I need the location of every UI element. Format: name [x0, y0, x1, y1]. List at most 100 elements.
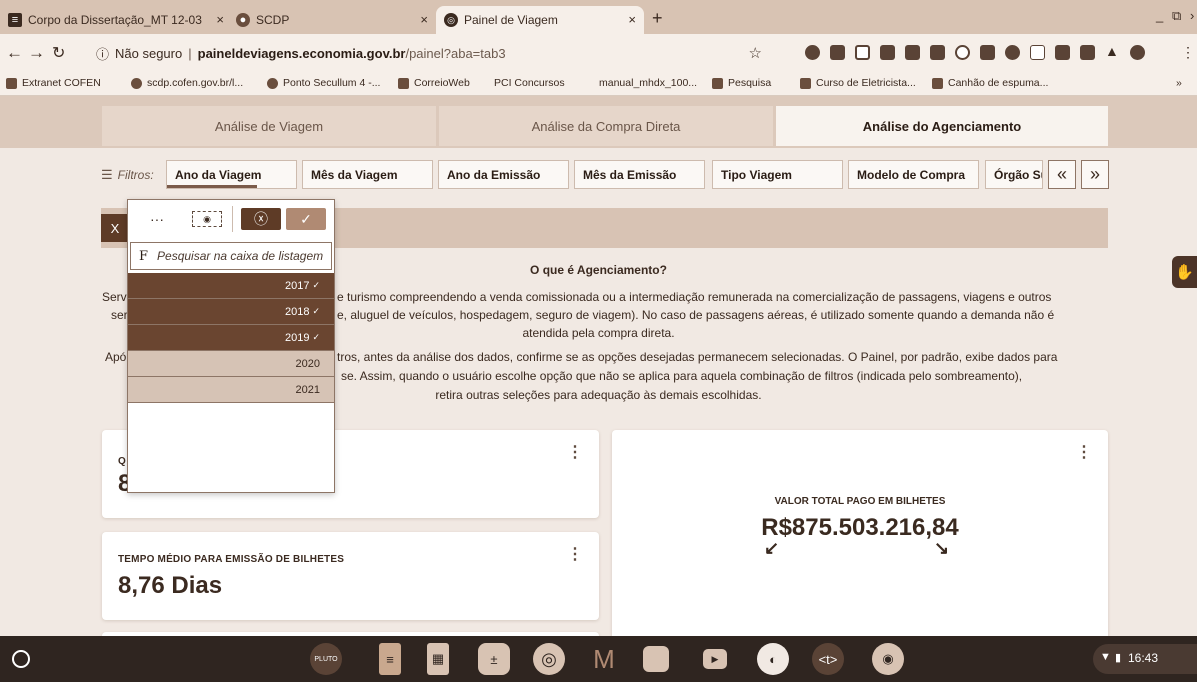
extension-icon[interactable] [1055, 45, 1070, 60]
toolbar-divider [232, 206, 233, 232]
check-icon: ✓ [312, 306, 320, 316]
battery-icon: ▮ [1115, 652, 1122, 664]
docs-icon: ≡ [8, 13, 22, 27]
filter-button-label: Modelo de Compra [857, 167, 966, 182]
launcher-icon[interactable] [12, 650, 30, 668]
files-app-icon[interactable] [643, 646, 669, 672]
chrome-app-icon[interactable]: ◎ [533, 643, 565, 675]
listbox-search-input[interactable]: F Pesquisar na caixa de listagem [130, 242, 332, 270]
close-window-icon[interactable]: › [1190, 8, 1194, 23]
address-separator: | [188, 45, 192, 61]
list-item[interactable]: 2021 [128, 377, 334, 403]
bookmark-item[interactable]: Extranet COFEN [6, 77, 101, 89]
card-label: Q [118, 456, 126, 467]
scroll-left-button[interactable]: « [1048, 160, 1076, 189]
info-icon[interactable]: ⓘ [96, 44, 109, 63]
tab-analise-agenciamento[interactable]: Análise do Agenciamento [776, 106, 1108, 146]
bookmark-item[interactable]: Canhão de espuma... [932, 77, 1048, 89]
more-options-icon[interactable]: ··· [142, 208, 172, 230]
kebab-menu-icon[interactable]: ⋮ [567, 544, 583, 564]
kebab-menu-icon[interactable]: ⋮ [567, 442, 583, 462]
minimize-icon[interactable]: _ [1156, 8, 1163, 23]
restore-icon[interactable]: ⧉ [1172, 8, 1181, 24]
gmail-app-icon[interactable]: M [588, 643, 620, 675]
more-bookmarks-icon[interactable]: » [1176, 77, 1182, 89]
browser-tab-active[interactable]: ◎ Painel de Viagem × [436, 6, 644, 34]
extension-icon[interactable] [1030, 45, 1045, 60]
forward-icon[interactable]: → [28, 43, 45, 63]
adblock-icon[interactable] [805, 45, 820, 60]
close-icon[interactable]: × [216, 12, 224, 27]
extension-icon[interactable] [980, 45, 995, 60]
extension-icon[interactable] [930, 45, 945, 60]
filter-modelo-compra[interactable]: Modelo de Compra [848, 160, 979, 189]
bookmark-item[interactable]: PCI Concursos [494, 77, 565, 89]
bookmark-item[interactable]: Pesquisa [712, 77, 771, 89]
text-app-icon[interactable]: <t> [812, 643, 844, 675]
bookmark-icon [712, 77, 723, 89]
extension-icon[interactable] [1005, 45, 1020, 60]
filter-button-label: Órgão Su [994, 167, 1043, 182]
pluto-app-icon[interactable]: PLUTO [310, 643, 342, 675]
clear-selections-button[interactable]: X [101, 214, 129, 242]
filter-tipo-viagem[interactable]: Tipo Viagem [712, 160, 843, 189]
extension-icon[interactable] [880, 45, 895, 60]
docs-app-icon[interactable]: ≡ [379, 643, 401, 675]
kebab-menu-icon[interactable]: ⋮ [1076, 442, 1092, 462]
extension-icon[interactable] [830, 45, 845, 60]
selection-tool-icon[interactable]: ◉ [192, 211, 222, 227]
close-icon[interactable]: × [628, 12, 636, 27]
close-icon[interactable]: × [420, 12, 428, 27]
bookmark-item[interactable]: CorreioWeb [398, 77, 470, 89]
menu-icon[interactable]: ⋮ [1181, 44, 1195, 61]
filter-mes-emissao[interactable]: Mês da Emissão [574, 160, 705, 189]
filter-button-label: Ano da Viagem [175, 167, 262, 182]
tab-analise-compra-direta[interactable]: Análise da Compra Direta [439, 106, 773, 146]
browser-tab-strip: ≡ Corpo da Dissertação_MT 12-03 × ● SCDP… [0, 0, 1197, 34]
tab-analise-viagem[interactable]: Análise de Viagem [102, 106, 436, 146]
chrome-remote-app-icon[interactable]: ◐ [757, 643, 789, 675]
list-item[interactable]: 2018 ✓ [128, 299, 334, 325]
back-icon[interactable]: ← [6, 43, 23, 63]
filter-ano-viagem[interactable]: Ano da Viagem [166, 160, 297, 189]
bookmark-label: scdp.cofen.gov.br/l... [147, 77, 244, 89]
filter-orgao[interactable]: Órgão Su [985, 160, 1043, 189]
filter-mes-viagem[interactable]: Mês da Viagem [302, 160, 433, 189]
browser-tab[interactable]: ≡ Corpo da Dissertação_MT 12-03 × [0, 6, 228, 34]
confirm-selection-button[interactable]: ✓ [286, 208, 326, 230]
skype-icon[interactable] [1130, 45, 1145, 60]
scroll-right-button[interactable]: » [1081, 160, 1109, 189]
accessibility-hand-icon[interactable]: ✋ [1172, 256, 1197, 288]
extension-icon[interactable] [1080, 45, 1095, 60]
search-icon: F [139, 248, 149, 264]
reload-icon[interactable]: ↻ [52, 43, 65, 63]
extension-icon[interactable] [955, 45, 970, 60]
list-item[interactable]: 2019 ✓ [128, 325, 334, 351]
bookmark-item[interactable]: Curso de Eletricista... [800, 77, 916, 89]
listbox-dropdown: ··· ◉ ⓧ ✓ F Pesquisar na caixa de listag… [127, 199, 335, 493]
list-item[interactable]: 2020 [128, 351, 334, 377]
info-text-fragment: tros, antes da análise dos dados, confir… [337, 350, 1058, 364]
sheets-app-icon[interactable]: ▦ [427, 643, 449, 675]
bookmark-item[interactable]: manual_mhdx_100... [599, 77, 697, 89]
filter-label-text: Filtros: [117, 168, 154, 182]
bookmark-star-icon[interactable]: ☆ [749, 44, 762, 62]
kpi-card-valor-total: ⋮ VALOR TOTAL PAGO EM BILHETES R$875.503… [612, 430, 1108, 636]
graduation-cap-icon[interactable]: ▲ [1105, 43, 1120, 59]
extension-icon[interactable] [905, 45, 920, 60]
bookmark-icon [398, 77, 409, 89]
list-item[interactable]: 2017 ✓ [128, 273, 334, 299]
browser-tab[interactable]: ● SCDP × [228, 6, 436, 34]
cancel-selection-button[interactable]: ⓧ [241, 208, 281, 230]
new-tab-button[interactable]: + [652, 8, 663, 29]
filter-ano-emissao[interactable]: Ano da Emissão [438, 160, 569, 189]
bookmark-item[interactable]: scdp.cofen.gov.br/l... [131, 77, 243, 89]
hangouts-app-icon[interactable]: ◉ [872, 643, 904, 675]
play-app-icon[interactable]: ▶ [703, 649, 727, 669]
filter-button-label: Mês da Viagem [311, 167, 398, 182]
bookmark-item[interactable]: Ponto Secullum 4 -... [267, 77, 380, 89]
pocket-icon[interactable] [855, 45, 870, 60]
address-bar[interactable]: ⓘ Não seguro | paineldeviagens.economia.… [96, 40, 772, 66]
calculator-app-icon[interactable]: ± [478, 643, 510, 675]
card-value: 8,76 Dias [118, 572, 223, 599]
